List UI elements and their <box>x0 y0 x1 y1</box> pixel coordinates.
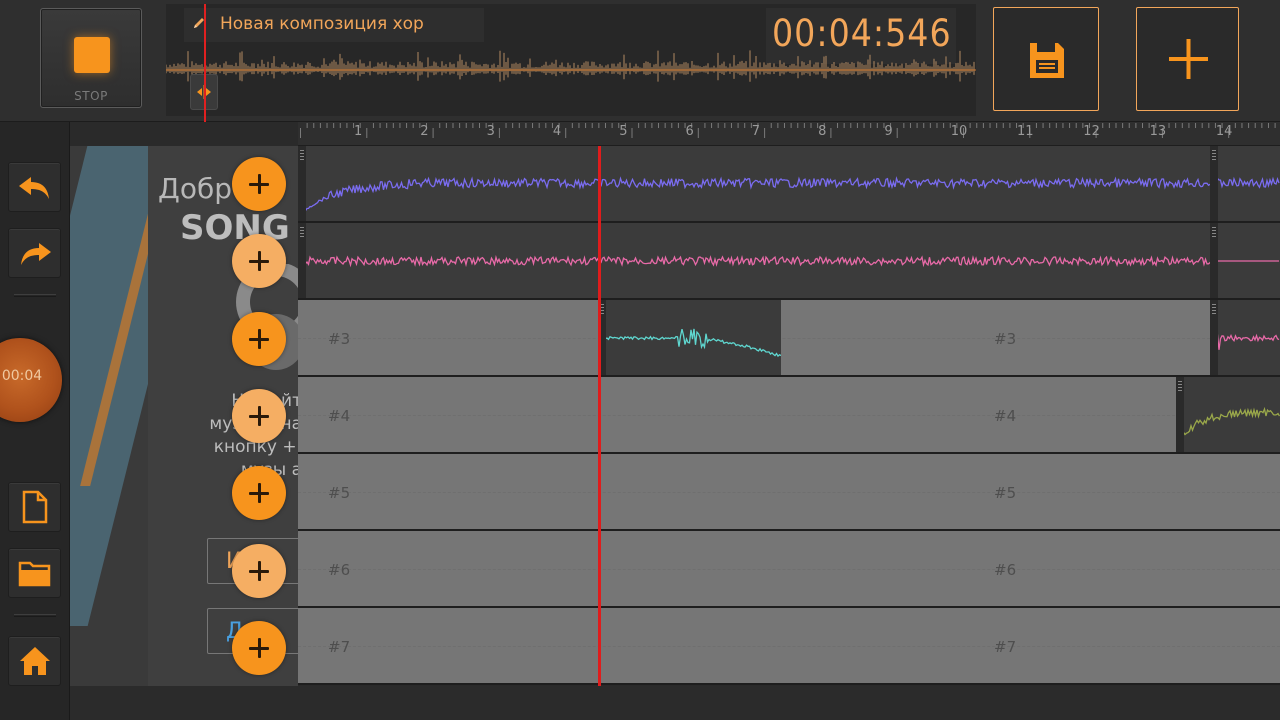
knob-time-label: 00:04 <box>1 368 43 384</box>
redo-button[interactable] <box>8 228 61 278</box>
clip-waveform <box>597 328 782 358</box>
track-7-label: #7 <box>328 638 351 656</box>
stop-label: STOP <box>74 89 108 103</box>
track-5[interactable]: #5 #5 <box>298 454 1280 531</box>
ruler-mark: 4 <box>552 124 562 139</box>
track-1[interactable] <box>297 146 1280 223</box>
clip-handle[interactable] <box>1210 223 1218 298</box>
overview-waveform <box>166 50 976 82</box>
track-4-label-repeat: #4 <box>994 407 1017 425</box>
home-icon <box>19 647 50 675</box>
plus-icon <box>1169 39 1208 79</box>
audio-clip[interactable] <box>1209 300 1280 375</box>
ruler-mark: 2 <box>420 124 429 139</box>
timeline-ruler[interactable]: 1 2 3 4 5 6 7 8 9 10 11 12 13 14 <box>298 122 1280 146</box>
ruler-ticks <box>300 123 1276 138</box>
audio-clip[interactable] <box>597 300 782 375</box>
clip-handle[interactable] <box>1210 300 1218 375</box>
ruler-mark: 10 <box>950 124 968 139</box>
track-7[interactable]: #7 #7 <box>298 608 1280 685</box>
track-7-label-repeat: #7 <box>994 638 1017 656</box>
track-grid-line <box>298 569 1280 570</box>
save-button[interactable] <box>993 7 1099 111</box>
open-folder-button[interactable] <box>8 548 61 598</box>
toolbar-divider <box>14 614 56 617</box>
folder-icon <box>18 561 50 587</box>
track-2[interactable] <box>297 223 1280 300</box>
track-3-label: #3 <box>328 330 351 348</box>
track-1-waveform <box>297 176 1280 217</box>
track-3-label-repeat: #3 <box>994 330 1017 348</box>
new-file-button[interactable] <box>8 482 61 532</box>
add-to-track-3-button[interactable] <box>232 312 286 366</box>
home-button[interactable] <box>8 636 61 686</box>
welcome-text-line: кнопку +, <box>213 437 298 457</box>
track-6-label-repeat: #6 <box>994 561 1017 579</box>
audio-clip[interactable] <box>1175 377 1280 452</box>
clip-waveform <box>1175 406 1280 449</box>
ruler-mark: 5 <box>619 124 628 139</box>
add-to-track-4-button[interactable] <box>232 389 286 443</box>
save-icon <box>1030 43 1064 78</box>
ruler-mark: 11 <box>1017 124 1034 139</box>
time-knob[interactable]: 00:04 <box>0 338 62 422</box>
ruler-mark: 1 <box>354 124 363 139</box>
add-to-track-1-button[interactable] <box>232 157 286 211</box>
file-icon <box>22 490 47 524</box>
ruler-mark: 9 <box>884 124 893 139</box>
clip-handle[interactable] <box>298 146 306 221</box>
add-to-track-5-button[interactable] <box>232 466 286 520</box>
undo-icon <box>18 177 49 199</box>
ruler-mark: 6 <box>685 124 694 139</box>
left-toolbar: 00:04 <box>0 122 70 720</box>
track-area[interactable]: #3 #3 #4 #4 #5 #5 #6 #6 #7 #7 <box>297 146 1280 686</box>
ruler-mark: 8 <box>818 124 827 139</box>
track-grid-line <box>298 415 1280 416</box>
add-to-track-7-button[interactable] <box>232 621 286 675</box>
ruler-mark: 3 <box>486 124 495 139</box>
stop-icon <box>74 37 110 73</box>
track-grid-line <box>298 338 1280 339</box>
stop-button[interactable]: STOP <box>40 8 142 108</box>
track-4-label: #4 <box>328 407 351 425</box>
redo-icon <box>20 243 51 265</box>
undo-button[interactable] <box>8 162 61 212</box>
bottom-scroll-area[interactable] <box>70 686 1280 720</box>
ruler-mark: 13 <box>1149 124 1167 139</box>
project-title[interactable]: Новая композиция хор <box>220 14 424 34</box>
ruler-mark: 14 <box>1215 124 1233 139</box>
clip-handle[interactable] <box>1176 377 1184 452</box>
track-2-waveform <box>297 254 1279 268</box>
track-grid-line <box>298 646 1280 647</box>
track-6[interactable]: #6 #6 <box>298 531 1280 608</box>
track-6-label: #6 <box>328 561 351 579</box>
ruler-mark: 12 <box>1083 124 1100 139</box>
track-4[interactable]: #4 #4 <box>298 377 1280 454</box>
ruler-mark: 7 <box>751 124 761 139</box>
add-track-button[interactable] <box>1136 7 1239 111</box>
transport-bar: STOP Новая композиция хор 00:04:546 <box>0 0 1280 122</box>
toolbar-divider <box>14 294 56 297</box>
clip-handle[interactable] <box>1210 146 1218 221</box>
track-3[interactable]: #3 #3 <box>298 300 1280 377</box>
add-to-track-2-button[interactable] <box>232 234 286 288</box>
playhead[interactable] <box>598 146 601 720</box>
track-5-label: #5 <box>328 484 351 502</box>
track-grid-line <box>298 492 1280 493</box>
overview-playhead <box>204 4 206 122</box>
song-overview[interactable]: Новая композиция хор 00:04:546 <box>166 4 976 122</box>
add-to-track-6-button[interactable] <box>232 544 286 598</box>
clip-handle[interactable] <box>298 223 306 298</box>
track-5-label-repeat: #5 <box>994 484 1017 502</box>
clip-waveform <box>1209 321 1280 350</box>
app-root: STOP Новая композиция хор 00:04:546 00:0… <box>0 0 1280 720</box>
